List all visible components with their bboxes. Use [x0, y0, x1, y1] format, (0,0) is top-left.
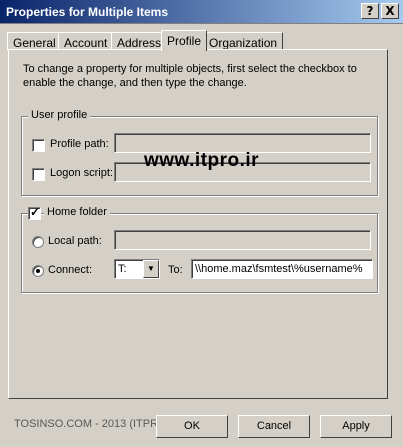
profile-path-label: Profile path: — [50, 138, 109, 150]
local-path-label: Local path: — [48, 235, 102, 247]
home-folder-title: Home folder — [44, 206, 110, 218]
close-button[interactable]: X — [381, 3, 399, 19]
home-folder-group: ✓ Home folder Local path: Connect: T: ▼ … — [21, 205, 378, 293]
title-bar: Properties for Multiple Items — [0, 0, 403, 24]
to-label: To: — [168, 264, 183, 276]
profile-path-checkbox[interactable] — [32, 139, 45, 152]
local-path-radio[interactable] — [32, 236, 44, 248]
connect-radio[interactable] — [32, 265, 44, 277]
drive-letter-select[interactable]: T: ▼ — [114, 259, 160, 279]
chevron-down-icon[interactable]: ▼ — [143, 260, 159, 278]
tab-account[interactable]: Account — [58, 32, 114, 50]
cancel-button[interactable]: Cancel — [238, 415, 310, 438]
tab-address[interactable]: Address — [111, 32, 168, 50]
tab-general[interactable]: General — [7, 32, 62, 50]
connect-label: Connect: — [48, 264, 93, 276]
user-profile-title: User profile — [28, 109, 91, 121]
tab-profile[interactable]: Profile — [161, 30, 208, 51]
home-folder-path-field[interactable]: \\home.maz\fsmtest\%username% — [191, 259, 373, 279]
footer-watermark: TOSINSO.COM - 2013 (ITPRO.ir) — [14, 418, 180, 430]
radio-dot-icon — [36, 269, 40, 273]
drive-letter-value: T: — [118, 263, 127, 275]
tab-organization[interactable]: Organization — [203, 32, 284, 50]
help-button[interactable]: ? — [361, 3, 379, 19]
intro-text: To change a property for multiple object… — [23, 63, 357, 89]
ok-button[interactable]: OK — [156, 415, 228, 438]
local-path-field[interactable] — [114, 230, 371, 250]
window-title: Properties for Multiple Items — [6, 5, 169, 19]
logon-script-checkbox[interactable] — [32, 168, 45, 181]
apply-button[interactable]: Apply — [320, 415, 392, 438]
home-folder-checkbox[interactable]: ✓ — [28, 205, 41, 220]
checkmark-icon: ✓ — [30, 205, 41, 219]
watermark-text: www.itpro.ir — [144, 150, 260, 171]
profile-panel: To change a property for multiple object… — [8, 49, 388, 399]
logon-script-label: Logon script: — [50, 167, 113, 179]
